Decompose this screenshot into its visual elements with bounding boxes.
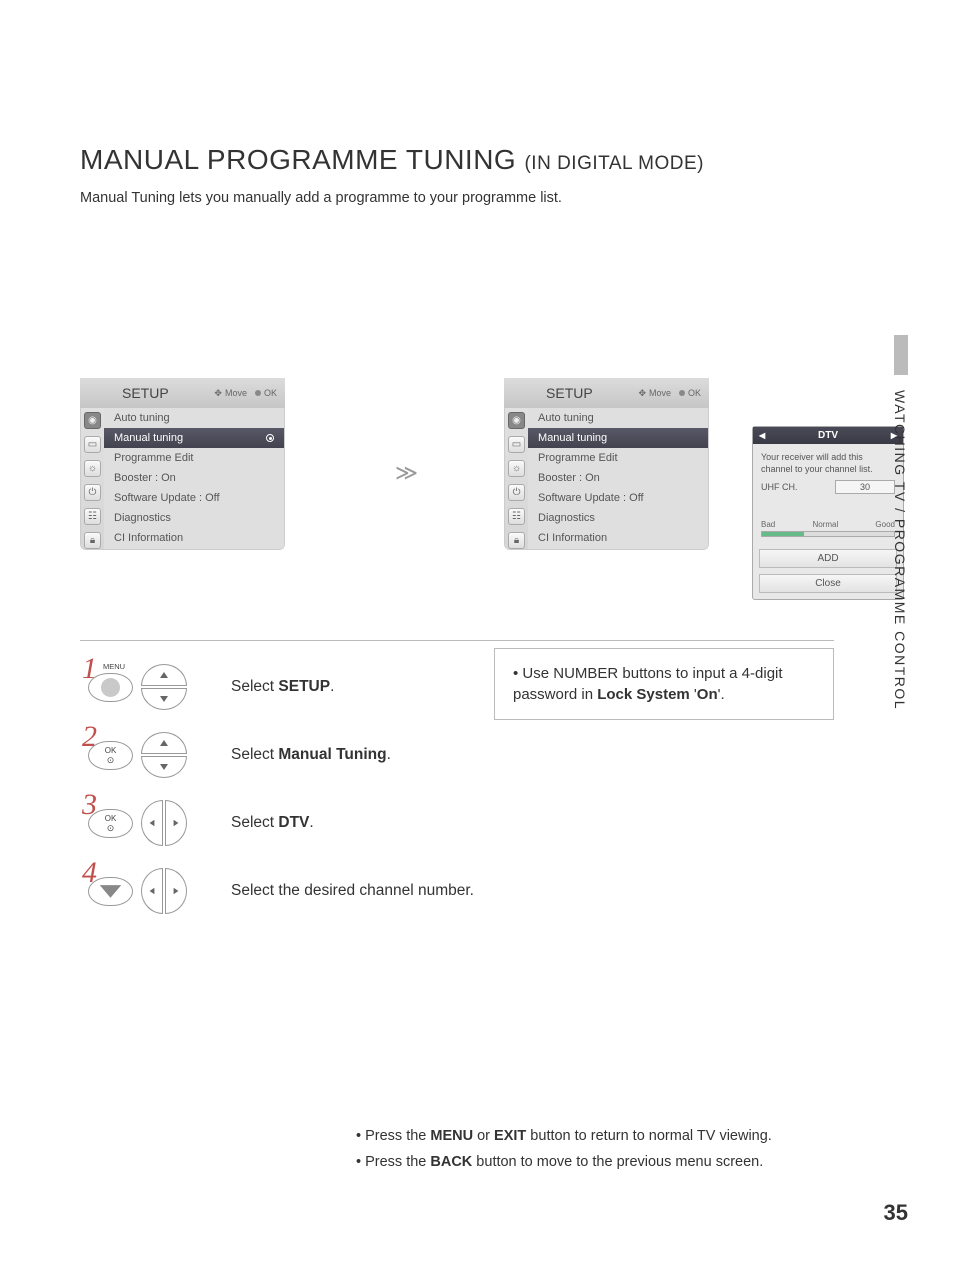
- menu-title-text: SETUP: [546, 385, 593, 401]
- step-row: 2 OK Select Manual Tuning.: [80, 721, 882, 789]
- remote-dpad-updown-icon: [141, 664, 187, 710]
- osd-screenshots: ◷ SETUP MoveOK ◉ ▭ ☼ ⏻ ☷ 🔒︎: [80, 378, 882, 608]
- section-label: WATCHING TV / PROGRAMME CONTROL: [892, 390, 908, 710]
- step-number: 3: [82, 788, 96, 822]
- dtv-text: channel to your channel list.: [761, 464, 895, 474]
- menu-header: SETUP MoveOK: [80, 378, 285, 408]
- menu-item-selected[interactable]: Manual tuning: [528, 428, 708, 448]
- footnote: • Press the MENU or EXIT button to retur…: [356, 1128, 772, 1144]
- menu-item[interactable]: Software Update : Off: [104, 488, 284, 508]
- add-button[interactable]: ADD: [759, 549, 897, 568]
- transition-arrow-icon: ≫: [395, 460, 418, 486]
- time-icon: ⏻: [84, 484, 101, 501]
- page-number: 35: [884, 1200, 908, 1226]
- uhf-channel-input[interactable]: 30: [835, 480, 895, 494]
- step-text: Select the desired channel number.: [231, 882, 474, 900]
- menu-category-icons: ◉ ▭ ☼ ⏻ ☷ 🔒︎: [81, 408, 104, 549]
- menu-item[interactable]: Auto tuning: [104, 408, 284, 428]
- osd-panel-left: ◷ SETUP MoveOK ◉ ▭ ☼ ⏻ ☷ 🔒︎: [80, 378, 285, 550]
- menu-item[interactable]: CI Information: [528, 528, 708, 548]
- menu-item[interactable]: Programme Edit: [528, 448, 708, 468]
- antenna-icon: ◉: [508, 412, 525, 429]
- remote-dpad-leftright-icon: [141, 868, 187, 914]
- menu-item[interactable]: Booster : On: [104, 468, 284, 488]
- arrow-left-icon[interactable]: ◀: [759, 431, 765, 440]
- menu-item[interactable]: Software Update : Off: [528, 488, 708, 508]
- menu-item[interactable]: Auto tuning: [528, 408, 708, 428]
- osd-panel-right: ◷ SETUP MoveOK ◉ ▭ ☼ ⏻ ☷ 🔒︎: [504, 378, 709, 550]
- menu-header: SETUP MoveOK: [504, 378, 709, 408]
- intro-text: Manual Tuning lets you manually add a pr…: [80, 190, 882, 206]
- note-box: • Use NUMBER buttons to input a 4-digit …: [494, 648, 834, 720]
- option-icon: ☷: [84, 508, 101, 525]
- step-number: 1: [82, 652, 96, 686]
- menu-item[interactable]: Booster : On: [528, 468, 708, 488]
- option-icon: ☷: [508, 508, 525, 525]
- lock-icon: 🔒︎: [508, 532, 525, 549]
- antenna-icon: ◉: [84, 412, 101, 429]
- picture-icon: ▭: [508, 436, 525, 453]
- step-text: Select Manual Tuning.: [231, 746, 391, 764]
- footnotes: • Press the MENU or EXIT button to retur…: [356, 1118, 772, 1180]
- step-text: Select SETUP.: [231, 678, 334, 696]
- remote-dpad-updown-icon: [141, 732, 187, 778]
- menu-item-selected[interactable]: Manual tuning: [104, 428, 284, 448]
- menu-item[interactable]: Diagnostics: [528, 508, 708, 528]
- step-text: Select DTV.: [231, 814, 314, 832]
- audio-icon: ☼: [508, 460, 525, 477]
- dtv-text: Your receiver will add this: [761, 452, 895, 462]
- menu-item[interactable]: Diagnostics: [104, 508, 284, 528]
- time-icon: ⏻: [508, 484, 525, 501]
- step-number: 4: [82, 856, 96, 890]
- menu-list: Auto tuning Manual tuning Programme Edit…: [104, 408, 284, 549]
- dtv-popup: ◀ DTV ▶ Your receiver will add this chan…: [752, 426, 904, 600]
- radio-dot-icon: [266, 434, 274, 442]
- remote-dpad-leftright-icon: [141, 800, 187, 846]
- signal-bar: [761, 531, 895, 537]
- page-title: MANUAL PROGRAMME TUNING (IN DIGITAL MODE…: [80, 144, 882, 176]
- menu-item[interactable]: Programme Edit: [104, 448, 284, 468]
- title-main: MANUAL PROGRAMME TUNING: [80, 144, 524, 175]
- audio-icon: ☼: [84, 460, 101, 477]
- step-row: 4 Select the desired channel number.: [80, 857, 882, 925]
- menu-category-icons: ◉ ▭ ☼ ⏻ ☷ 🔒︎: [505, 408, 528, 549]
- close-button[interactable]: Close: [759, 574, 897, 593]
- footnote: • Press the BACK button to move to the p…: [356, 1154, 772, 1170]
- divider: [80, 640, 834, 641]
- lock-icon: 🔒︎: [84, 532, 101, 549]
- step-number: 2: [82, 720, 96, 754]
- osd-hint: MoveOK: [638, 388, 701, 399]
- step-row: 3 OK Select DTV.: [80, 789, 882, 857]
- osd-hint: MoveOK: [214, 388, 277, 399]
- signal-labels: BadNormalGood: [761, 520, 895, 529]
- menu-list: Auto tuning Manual tuning Programme Edit…: [528, 408, 708, 549]
- menu-item[interactable]: CI Information: [104, 528, 284, 548]
- dtv-title: DTV: [818, 430, 838, 441]
- dtv-header[interactable]: ◀ DTV ▶: [753, 427, 903, 444]
- menu-button-label: MENU: [103, 662, 125, 671]
- side-tab: [894, 335, 908, 375]
- uhf-label: UHF CH.: [761, 482, 798, 492]
- picture-icon: ▭: [84, 436, 101, 453]
- title-sub: (IN DIGITAL MODE): [524, 153, 704, 174]
- menu-title-text: SETUP: [122, 385, 169, 401]
